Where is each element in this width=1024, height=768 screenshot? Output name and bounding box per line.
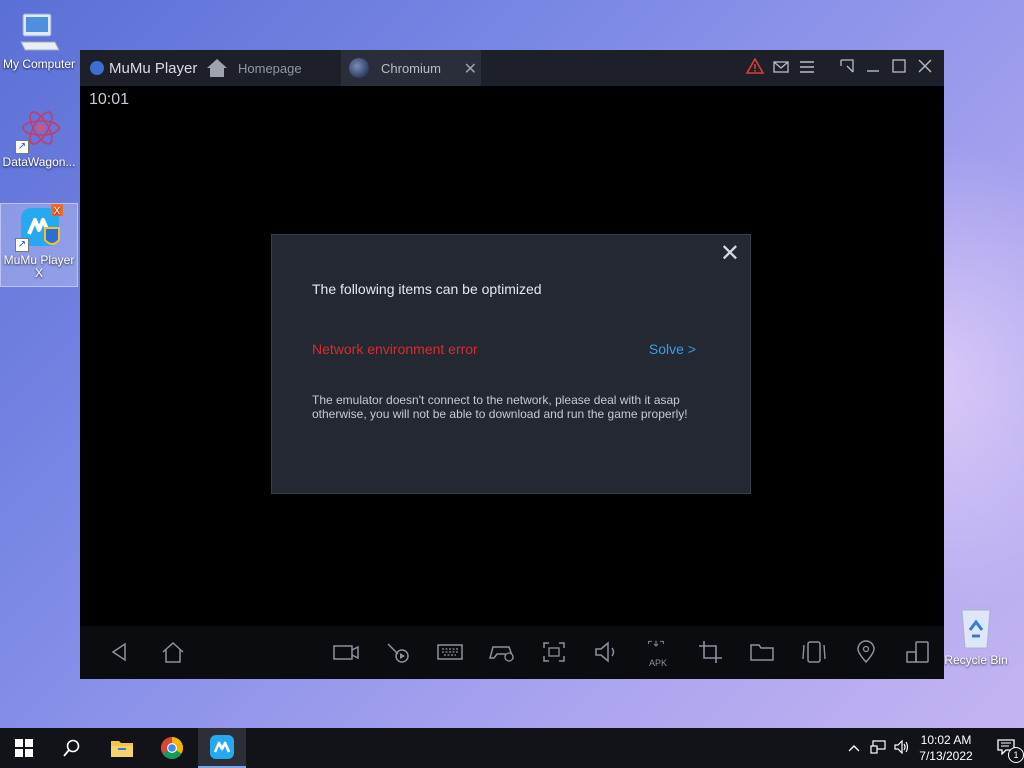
menu-icon[interactable] [794, 60, 820, 77]
close-window-button[interactable] [912, 59, 938, 77]
title-bar: MuMu Player Homepage Chromium ✕ [80, 50, 944, 86]
app-title: MuMu Player [109, 59, 198, 77]
home-nav-icon[interactable] [159, 640, 187, 664]
mumu-player-icon [210, 735, 234, 759]
location-icon[interactable] [852, 640, 880, 664]
keyboard-icon[interactable] [436, 640, 464, 664]
folder-icon [111, 741, 133, 757]
network-error-label: Network environment error [312, 341, 478, 357]
mail-icon[interactable] [768, 60, 794, 77]
home-icon [207, 59, 227, 77]
mumu-player-window: MuMu Player Homepage Chromium ✕ 10:01 ✕ … [80, 50, 944, 679]
clock-date: 7/13/2022 [919, 749, 973, 763]
desktop-icon-label: MuMu Player X [3, 253, 75, 280]
tab-close-button[interactable]: ✕ [464, 59, 477, 79]
svg-text:X: X [54, 206, 61, 217]
desktop-icon-label: DataWagon... [2, 155, 76, 169]
search-button[interactable] [48, 728, 96, 768]
mumu-logo-icon [90, 61, 104, 75]
chrome-icon [161, 737, 183, 759]
desktop-icon-label: Recycle Bin [944, 653, 1008, 667]
emulator-toolbar: APK [80, 626, 944, 679]
computer-icon [15, 8, 63, 56]
desktop-icon-recycle-bin[interactable]: Recycle Bin [942, 604, 1010, 667]
optimization-dialog: ✕ The following items can be optimized N… [271, 234, 751, 494]
taskbar: 10:02 AM 7/13/2022 1 [0, 728, 1024, 768]
android-status-time: 10:01 [89, 91, 130, 108]
fullscreen-icon[interactable] [540, 640, 568, 664]
chevron-up-icon[interactable] [842, 741, 866, 755]
mumu-player-icon: X ↗ [15, 204, 63, 252]
dialog-title: The following items can be optimized [312, 281, 542, 297]
back-icon[interactable] [105, 640, 133, 664]
window-controls [742, 50, 938, 86]
chrome-button[interactable] [148, 728, 196, 768]
file-explorer-button[interactable] [98, 728, 146, 768]
maximize-button[interactable] [886, 59, 912, 77]
notification-count-badge: 1 [1008, 746, 1024, 763]
minimize-button[interactable] [860, 59, 886, 77]
folder-icon[interactable] [748, 640, 776, 664]
apk-label: APK [648, 658, 667, 668]
desktop-icon-mumu-player-x[interactable]: X ↗ MuMu Player X [0, 203, 78, 287]
tab-label: Homepage [238, 60, 302, 76]
mumu-taskbar-button[interactable] [198, 728, 246, 768]
search-icon [63, 739, 80, 757]
app-brand: MuMu Player [90, 50, 197, 86]
volume-icon[interactable] [592, 640, 620, 664]
desktop-icon-my-computer[interactable]: My Computer [1, 8, 77, 71]
solve-link[interactable]: Solve > [649, 341, 696, 357]
dialog-close-button[interactable]: ✕ [720, 239, 740, 268]
operation-recorder-icon[interactable] [384, 640, 412, 664]
shortcut-arrow-icon: ↗ [15, 238, 29, 252]
windows-logo-icon [15, 739, 33, 757]
taskbar-clock[interactable]: 10:02 AM 7/13/2022 [914, 732, 978, 764]
volume-icon[interactable] [890, 739, 914, 757]
install-apk-button[interactable]: APK [642, 640, 674, 668]
chromium-icon [349, 58, 369, 78]
desktop-icon-datawagon[interactable]: ↗ DataWagon... [1, 106, 77, 169]
start-button[interactable] [0, 728, 48, 768]
shortcut-arrow-icon: ↗ [15, 140, 29, 154]
tab-homepage[interactable]: Homepage [206, 50, 302, 86]
tab-label: Chromium [381, 60, 441, 76]
datawagon-icon: ↗ [15, 106, 63, 154]
recycle-bin-icon [952, 604, 1000, 652]
warning-icon[interactable] [742, 57, 768, 78]
system-tray: 10:02 AM 7/13/2022 1 [842, 728, 1024, 768]
dialog-message: The emulator doesn't connect to the netw… [312, 393, 688, 421]
crop-screenshot-icon[interactable] [696, 640, 724, 664]
shake-icon[interactable] [800, 640, 828, 664]
clock-time: 10:02 AM [920, 733, 972, 747]
tab-chromium[interactable]: Chromium ✕ [341, 50, 481, 86]
gamepad-icon[interactable] [488, 640, 516, 664]
desktop-icon-label: My Computer [2, 57, 76, 71]
record-video-icon[interactable] [332, 640, 360, 664]
notification-center-button[interactable]: 1 [988, 738, 1024, 763]
rotate-screen-icon[interactable] [904, 640, 932, 664]
network-icon[interactable] [866, 739, 890, 757]
pin-window-icon[interactable] [834, 59, 860, 77]
